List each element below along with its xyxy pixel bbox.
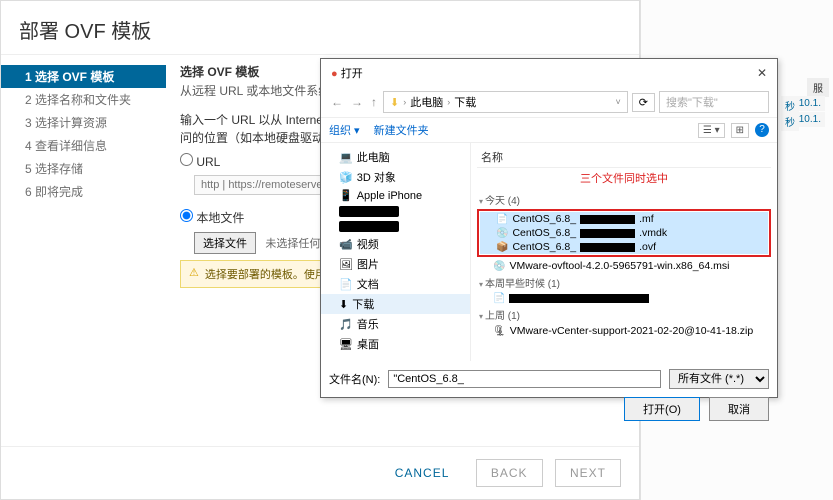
tree-item[interactable]: 📹视频 <box>321 234 470 254</box>
tree-item[interactable]: 🖥桌面 <box>321 334 470 354</box>
search-input[interactable]: 搜索"下载" <box>659 91 769 113</box>
open-button[interactable]: 打开(O) <box>624 397 700 421</box>
filename-input[interactable] <box>388 370 661 388</box>
wizard-title: 部署 OVF 模板 <box>1 1 639 55</box>
document-icon: 📄 <box>339 278 353 291</box>
picture-icon: 🖼 <box>339 258 353 271</box>
group-thisweek[interactable]: ▾本周早些时候 (1) <box>477 273 771 292</box>
annotation-note: 三个文件同时选中 <box>477 170 771 186</box>
column-header-name[interactable]: 名称 <box>477 147 771 168</box>
file-item[interactable]: 💿CentOS_6.8_.vmdk <box>480 226 768 240</box>
video-icon: 📹 <box>339 238 353 251</box>
filename-label: 文件名(N): <box>329 371 380 387</box>
redacted <box>509 294 649 303</box>
nav-back-icon[interactable]: ← <box>329 95 345 109</box>
dialog-title: 打开 <box>341 68 363 80</box>
phone-icon: 📱 <box>339 189 353 202</box>
tree-item[interactable]: 🖼图片 <box>321 254 470 274</box>
step-1[interactable]: 1 选择 OVF 模板 <box>1 65 166 88</box>
path-box[interactable]: ⬇ › 此电脑 › 下载 ˅ <box>383 91 628 113</box>
cancel-file-button[interactable]: 取消 <box>709 397 769 421</box>
refresh-icon[interactable]: ⟳ <box>632 93 655 112</box>
chevron-right-icon: › <box>403 97 406 107</box>
tree-item[interactable] <box>321 219 470 234</box>
tree-item[interactable]: 📄文档 <box>321 274 470 294</box>
caret-down-icon: ▾ <box>479 197 483 206</box>
music-icon: 🎵 <box>339 318 353 331</box>
close-icon[interactable]: ✕ <box>757 66 767 80</box>
desktop-icon: 🖥 <box>339 338 353 351</box>
tree-item-downloads[interactable]: ⬇下载 <box>321 294 470 314</box>
download-icon: ⬇ <box>339 298 348 311</box>
radio-local[interactable]: 本地文件 <box>180 211 244 225</box>
new-folder-button[interactable]: 新建文件夹 <box>374 122 429 138</box>
step-6[interactable]: 6 即将完成 <box>1 180 166 203</box>
caret-down-icon: ▾ <box>479 280 483 289</box>
file-item[interactable]: 🗜VMware-vCenter-support-2021-02-20@10-41… <box>477 324 771 338</box>
bg-cell-2b: 10.1. <box>795 112 825 127</box>
view-detail-icon[interactable]: ⊞ <box>731 123 749 138</box>
choose-file-button[interactable]: 选择文件 <box>194 232 256 254</box>
path-root: 此电脑 <box>410 94 443 110</box>
3d-icon: 🧊 <box>339 171 353 184</box>
group-today[interactable]: ▾今天 (4) <box>477 190 771 209</box>
folder-tree: 💻此电脑 🧊3D 对象 📱Apple iPhone 📹视频 🖼图片 📄文档 ⬇下… <box>321 143 471 361</box>
file-item[interactable]: 💿VMware-ovftool-4.2.0-5965791-win.x86_64… <box>477 259 771 273</box>
wizard-sidebar: 1 选择 OVF 模板 2 选择名称和文件夹 3 选择计算资源 4 查看详细信息… <box>1 55 166 455</box>
filter-select[interactable]: 所有文件 (*.*) <box>669 369 769 389</box>
back-button[interactable]: BACK <box>476 459 543 487</box>
step-3[interactable]: 3 选择计算资源 <box>1 111 166 134</box>
ovf-icon: 📦 <box>496 242 508 253</box>
caret-down-icon: ▾ <box>479 312 483 321</box>
tree-item[interactable] <box>321 204 470 219</box>
step-2[interactable]: 2 选择名称和文件夹 <box>1 88 166 111</box>
file-icon: 📄 <box>493 293 505 304</box>
bg-cell-1b: 10.1. <box>795 96 825 111</box>
file-open-dialog: ● 打开 ✕ ← → ↑ ⬇ › 此电脑 › 下载 ˅ ⟳ 搜索"下载" 组织 … <box>320 58 778 398</box>
tree-item[interactable]: 🧊3D 对象 <box>321 167 470 187</box>
file-item[interactable]: 📄 <box>477 292 771 305</box>
file-list: 名称 三个文件同时选中 ▾今天 (4) 📄CentOS_6.8_.mf 💿Cen… <box>471 143 777 361</box>
tree-item[interactable]: 📱Apple iPhone <box>321 187 470 204</box>
chevron-right-icon: › <box>447 97 450 107</box>
step-4[interactable]: 4 查看详细信息 <box>1 134 166 157</box>
next-button[interactable]: NEXT <box>555 459 621 487</box>
chevron-down-icon[interactable]: ˅ <box>616 97 621 107</box>
chrome-icon: ● <box>331 68 338 80</box>
zip-icon: 🗜 <box>493 326 506 337</box>
step-5[interactable]: 5 选择存储 <box>1 157 166 180</box>
redacted <box>580 215 635 224</box>
file-item[interactable]: 📦CentOS_6.8_.ovf <box>480 240 768 254</box>
tree-item[interactable]: 💻此电脑 <box>321 147 470 167</box>
disk-icon: 💿 <box>496 228 508 239</box>
path-folder: 下载 <box>454 94 476 110</box>
file-item[interactable]: 📄CentOS_6.8_.mf <box>480 212 768 226</box>
cancel-button[interactable]: CANCEL <box>381 460 464 486</box>
nav-up-icon[interactable]: ↑ <box>369 95 379 109</box>
radio-url[interactable]: URL <box>180 155 220 169</box>
warning-icon: ⚠ <box>189 266 199 282</box>
redacted <box>580 229 635 238</box>
computer-icon: 💻 <box>339 151 353 164</box>
view-list-icon[interactable]: ☰ ▾ <box>698 123 725 138</box>
organize-menu[interactable]: 组织 ▾ <box>329 122 360 138</box>
msi-icon: 💿 <box>493 261 505 272</box>
col-hdr: 服 <box>807 78 829 97</box>
help-icon[interactable]: ? <box>755 123 769 137</box>
folder-icon: ⬇ <box>390 96 399 109</box>
file-icon: 📄 <box>496 214 508 225</box>
redacted <box>580 243 635 252</box>
selection-highlight: 📄CentOS_6.8_.mf 💿CentOS_6.8_.vmdk 📦CentO… <box>477 209 771 257</box>
group-lastweek[interactable]: ▾上周 (1) <box>477 305 771 324</box>
tree-item[interactable]: 🎵音乐 <box>321 314 470 334</box>
nav-fwd-icon[interactable]: → <box>349 95 365 109</box>
